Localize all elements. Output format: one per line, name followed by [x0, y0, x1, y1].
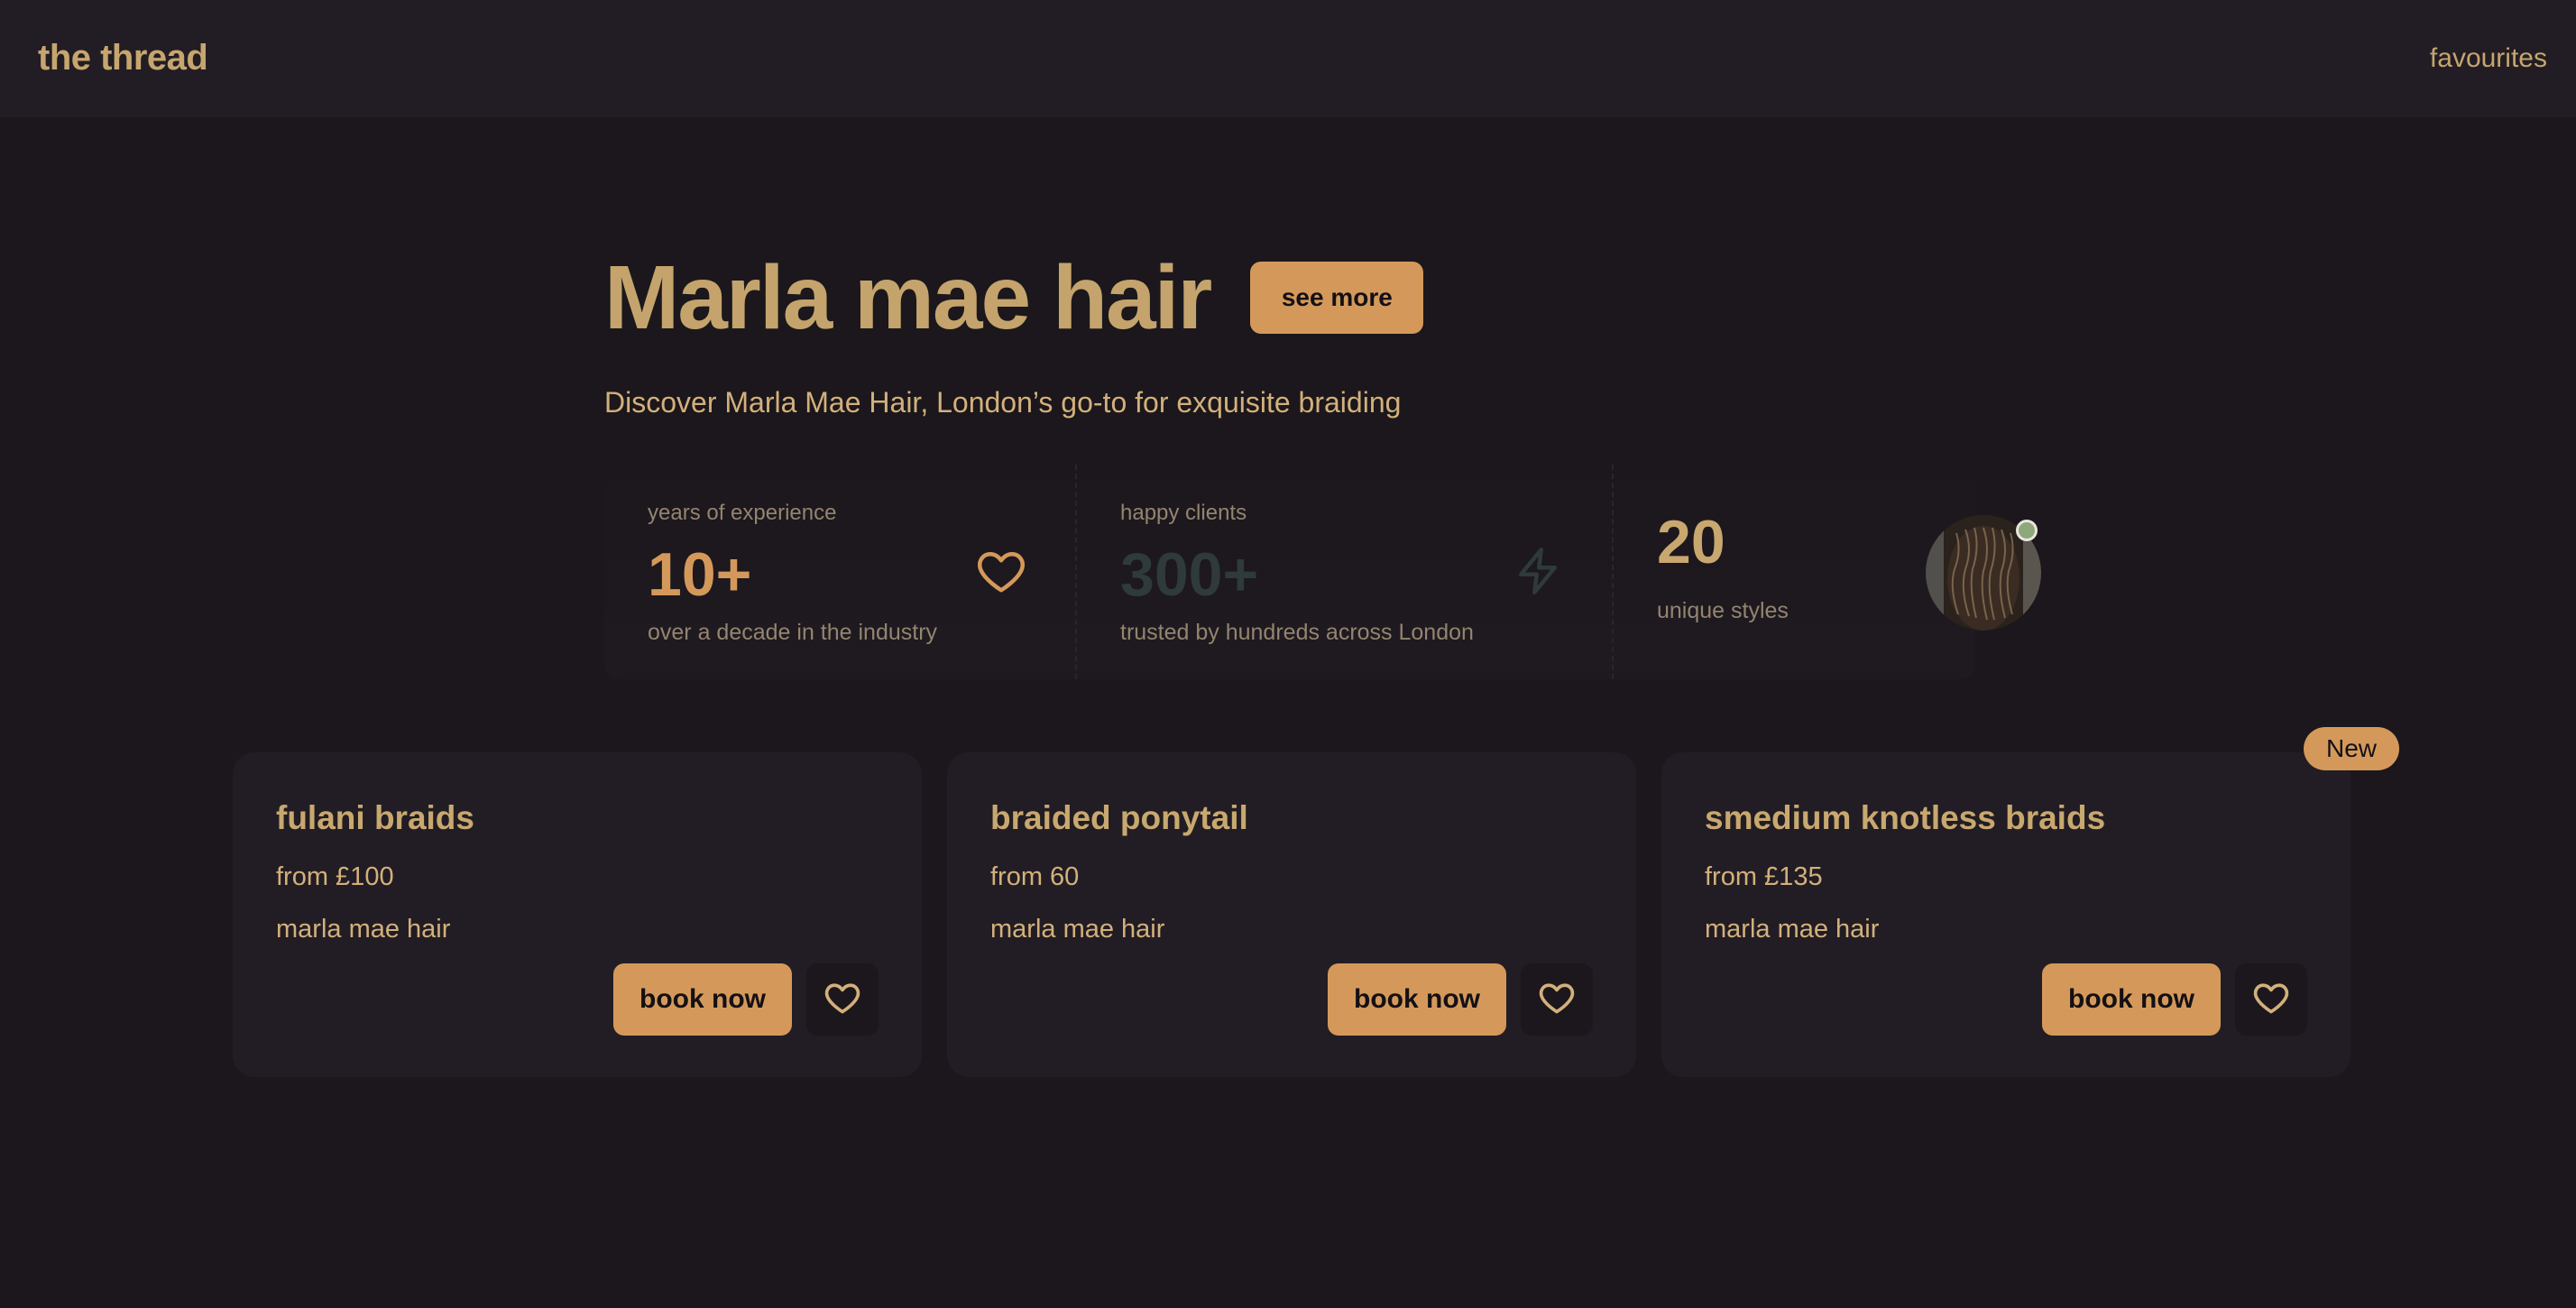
service-provider: marla mae hair — [990, 915, 1165, 944]
service-price: from £135 — [1705, 862, 1823, 891]
heart-icon — [1537, 978, 1577, 1022]
book-now-button[interactable]: book now — [613, 963, 792, 1036]
service-price: from 60 — [990, 862, 1080, 891]
stats-panel: years of experience 10+ over a decade in… — [604, 465, 2041, 679]
service-provider: marla mae hair — [276, 915, 451, 944]
heart-icon — [2251, 978, 2291, 1022]
stat-description: unique styles — [1657, 598, 1789, 623]
stat-styles: 20 unique styles — [1612, 465, 2041, 679]
service-price: from £100 — [276, 862, 394, 891]
lightning-icon — [1511, 544, 1565, 598]
stat-label: happy clients — [1120, 501, 1247, 525]
hero-header: Marla mae hair see more — [604, 244, 1424, 352]
stat-value: 20 — [1657, 508, 1725, 576]
stat-description: over a decade in the industry — [648, 620, 938, 645]
favourite-button[interactable] — [2235, 963, 2307, 1036]
heart-icon — [823, 978, 862, 1022]
service-title: braided ponytail — [990, 799, 1248, 836]
see-more-button[interactable]: see more — [1250, 262, 1424, 334]
favourite-button[interactable] — [806, 963, 879, 1036]
stat-label: years of experience — [648, 501, 837, 525]
stat-clients: happy clients 300+ trusted by hundreds a… — [1075, 465, 1612, 679]
hero-subtitle: Discover Marla Mae Hair, London’s go-to … — [604, 386, 1402, 419]
service-card[interactable]: fulani braids from £100 marla mae hair b… — [233, 752, 922, 1077]
stat-value: 300+ — [1120, 540, 1259, 609]
service-card[interactable]: braided ponytail from 60 marla mae hair … — [947, 752, 1636, 1077]
top-navbar: the thread favourites — [0, 0, 2576, 117]
new-badge: New — [2304, 727, 2399, 770]
stat-experience: years of experience 10+ over a decade in… — [604, 465, 1075, 679]
service-card[interactable]: smedium knotless braids from £135 marla … — [1661, 752, 2351, 1077]
heart-icon — [974, 544, 1028, 598]
service-provider: marla mae hair — [1705, 915, 1880, 944]
service-title: smedium knotless braids — [1705, 799, 2106, 836]
favourite-button[interactable] — [1521, 963, 1593, 1036]
page-title: Marla mae hair — [604, 247, 1212, 348]
online-status-dot — [2016, 520, 2038, 541]
stat-value: 10+ — [648, 540, 752, 609]
favourites-link[interactable]: favourites — [2430, 43, 2547, 74]
brand-logo[interactable]: the thread — [38, 38, 208, 78]
book-now-button[interactable]: book now — [1328, 963, 1506, 1036]
service-title: fulani braids — [276, 799, 474, 836]
book-now-button[interactable]: book now — [2042, 963, 2221, 1036]
stat-description: trusted by hundreds across London — [1120, 620, 1474, 645]
